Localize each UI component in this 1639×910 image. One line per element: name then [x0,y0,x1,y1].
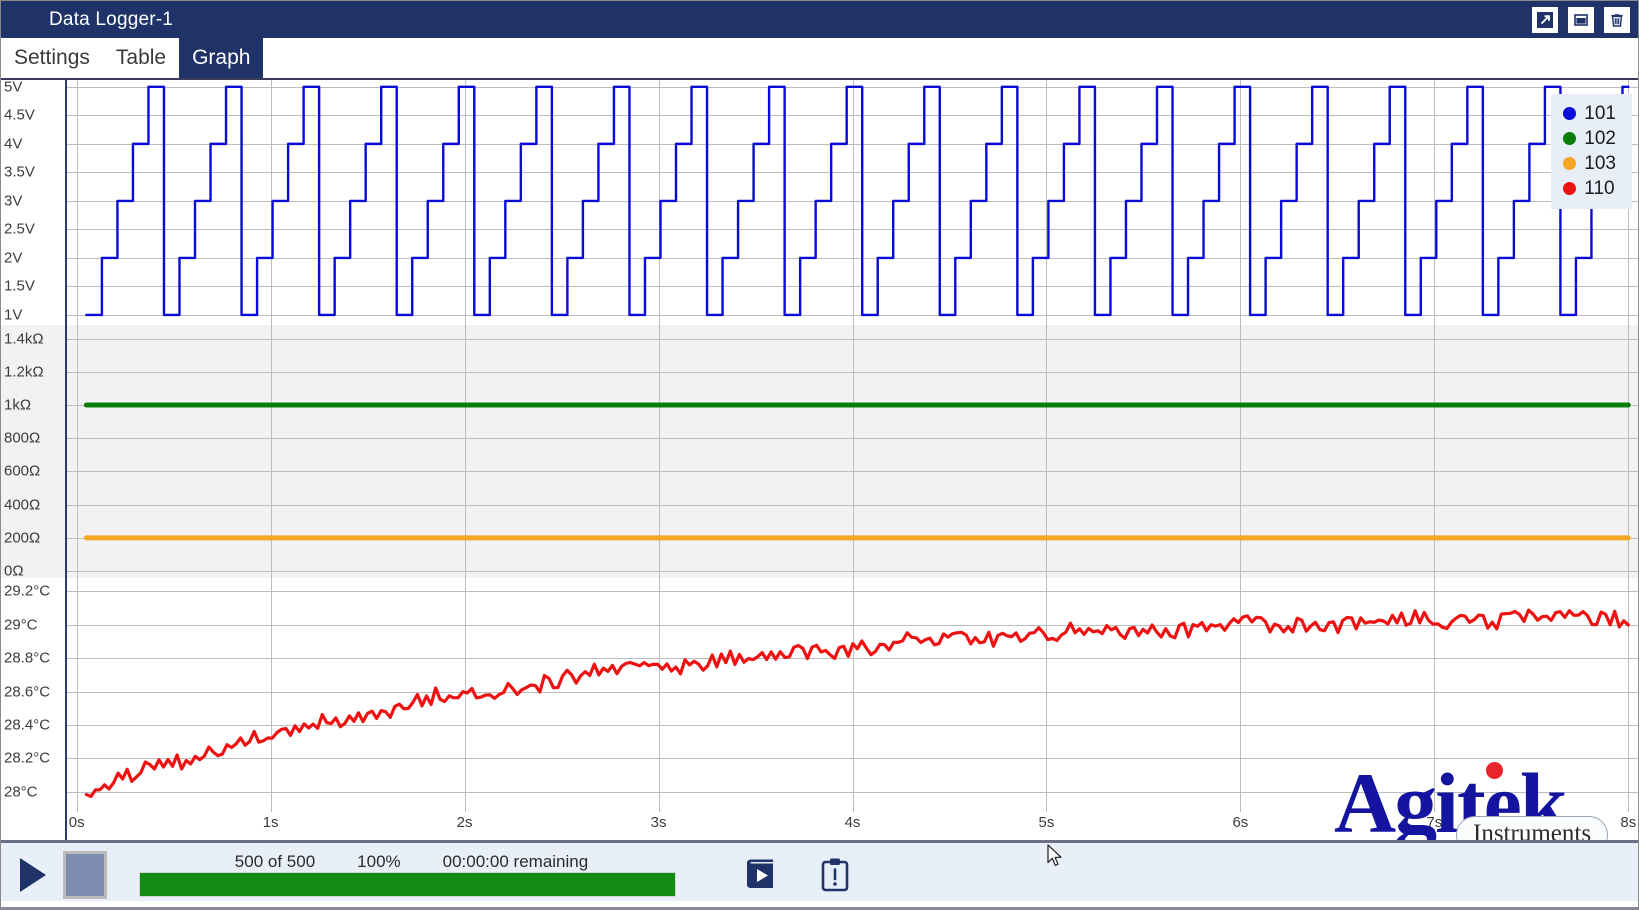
progress-section: 500 of 500 100% 00:00:00 remaining [139,843,684,907]
window-controls [1532,1,1630,38]
progress-stats: 500 of 500 100% 00:00:00 remaining [139,852,684,872]
legend-item[interactable]: 101 [1563,101,1616,126]
x-axis: 0s 1s 2s 3s 4s 5s 6s 7s 8s [1,814,1638,838]
legend-label: 110 [1584,178,1615,199]
progress-fill [140,873,675,896]
y-axis-tick-label: 28°C [4,783,38,801]
y-axis-tick-label: 400Ω [4,496,41,514]
y-axis-tick-label: 0Ω [4,562,24,580]
tab-table[interactable]: Table [103,38,179,78]
export-button[interactable] [738,852,784,898]
x-axis-tick-label: 8s [1620,814,1637,831]
y-axis-tick-label: 4V [4,135,23,153]
restore-icon [1574,13,1588,26]
x-axis-tick-label: 1s [262,814,279,831]
y-axis-tick-label: 29°C [4,616,38,634]
y-axis-tick-label: 28.8°C [4,649,51,667]
y-axis-tick-label: 1V [4,306,23,324]
popout-icon [1537,11,1553,28]
y-axis: 5V 4.5V 4V 3.5V 3V 2.5V 2V 1.5V 1V 1.4kΩ 1.2kΩ 1kΩ 8… [1,80,67,840]
y-axis-tick-label: 800Ω [4,429,41,447]
x-axis-tick-label: 5s [1038,814,1055,831]
legend-color-swatch [1563,157,1577,170]
popout-button[interactable] [1532,6,1558,33]
clipboard-alert-icon [821,858,849,892]
y-axis-tick-label: 1.5V [4,277,35,295]
trash-icon [1611,13,1623,27]
transport-bar: 500 of 500 100% 00:00:00 remaining [1,843,1638,909]
percent-complete: 100% [357,852,401,871]
stop-button[interactable] [63,851,107,899]
series-line [85,85,1630,317]
graph-area[interactable]: 5V 4.5V 4V 3.5V 3V 2.5V 2V 1.5V 1V 1.4kΩ 1.2kΩ 1kΩ 8… [1,80,1638,843]
y-axis-tick-label: 600Ω [4,462,41,480]
legend-item[interactable]: 110 [1563,176,1616,201]
y-axis-tick-label: 1kΩ [4,396,32,414]
delete-button[interactable] [1604,6,1630,33]
progress-bar [139,872,676,897]
legend-item[interactable]: 103 [1563,151,1616,176]
play-button[interactable] [11,853,55,897]
legend-label: 103 [1584,153,1616,174]
x-axis-tick-label: 0s [68,814,85,831]
window-title: Data Logger-1 [49,8,174,30]
chart-legend: 101 102 103 110 [1551,94,1632,209]
y-axis-tick-label: 28.2°C [4,749,51,767]
y-axis-tick-label: 1.2kΩ [4,363,44,381]
tab-graph[interactable]: Graph [179,38,264,78]
tab-settings[interactable]: Settings [1,38,103,78]
play-icon [20,858,46,892]
x-axis-tick-label: 6s [1232,814,1249,831]
legend-color-swatch [1563,182,1577,195]
time-remaining: 00:00:00 remaining [442,852,589,871]
y-axis-tick-label: 200Ω [4,529,41,547]
legend-item[interactable]: 102 [1563,126,1616,151]
y-axis-tick-label: 2V [4,249,23,267]
y-axis-tick-label: 4.5V [4,106,35,124]
y-axis-tick-label: 3V [4,192,23,210]
legend-label: 101 [1584,103,1616,124]
y-axis-tick-label: 29.2°C [4,582,51,600]
y-axis-tick-label: 5V [4,80,23,96]
legend-color-swatch [1563,107,1577,120]
footer-divider [1,901,1638,907]
y-axis-tick-label: 1.4kΩ [4,330,44,347]
x-axis-tick-label: 4s [844,814,861,831]
title-bar: Data Logger-1 [1,1,1638,38]
data-logger-window: Data Logger-1 Settings Table Graph 5V 4.… [0,0,1639,910]
tab-bar: Settings Table Graph [1,38,1638,80]
sample-count: 500 of 500 [234,852,316,871]
log-button[interactable] [812,852,858,898]
legend-color-swatch [1563,132,1577,145]
x-axis-tick-label: 7s [1426,814,1443,831]
restore-button[interactable] [1568,6,1594,33]
legend-label: 102 [1584,128,1616,149]
series-line [84,608,1630,799]
plot-region [67,80,1638,840]
book-play-icon [747,859,773,888]
y-axis-tick-label: 28.6°C [4,683,51,701]
x-axis-tick-label: 3s [650,814,667,831]
y-axis-tick-label: 2.5V [4,220,35,238]
y-axis-tick-label: 3.5V [4,163,35,181]
series-traces [83,85,1631,799]
y-axis-tick-label: 28.4°C [4,716,51,734]
x-axis-tick-label: 2s [456,814,473,831]
